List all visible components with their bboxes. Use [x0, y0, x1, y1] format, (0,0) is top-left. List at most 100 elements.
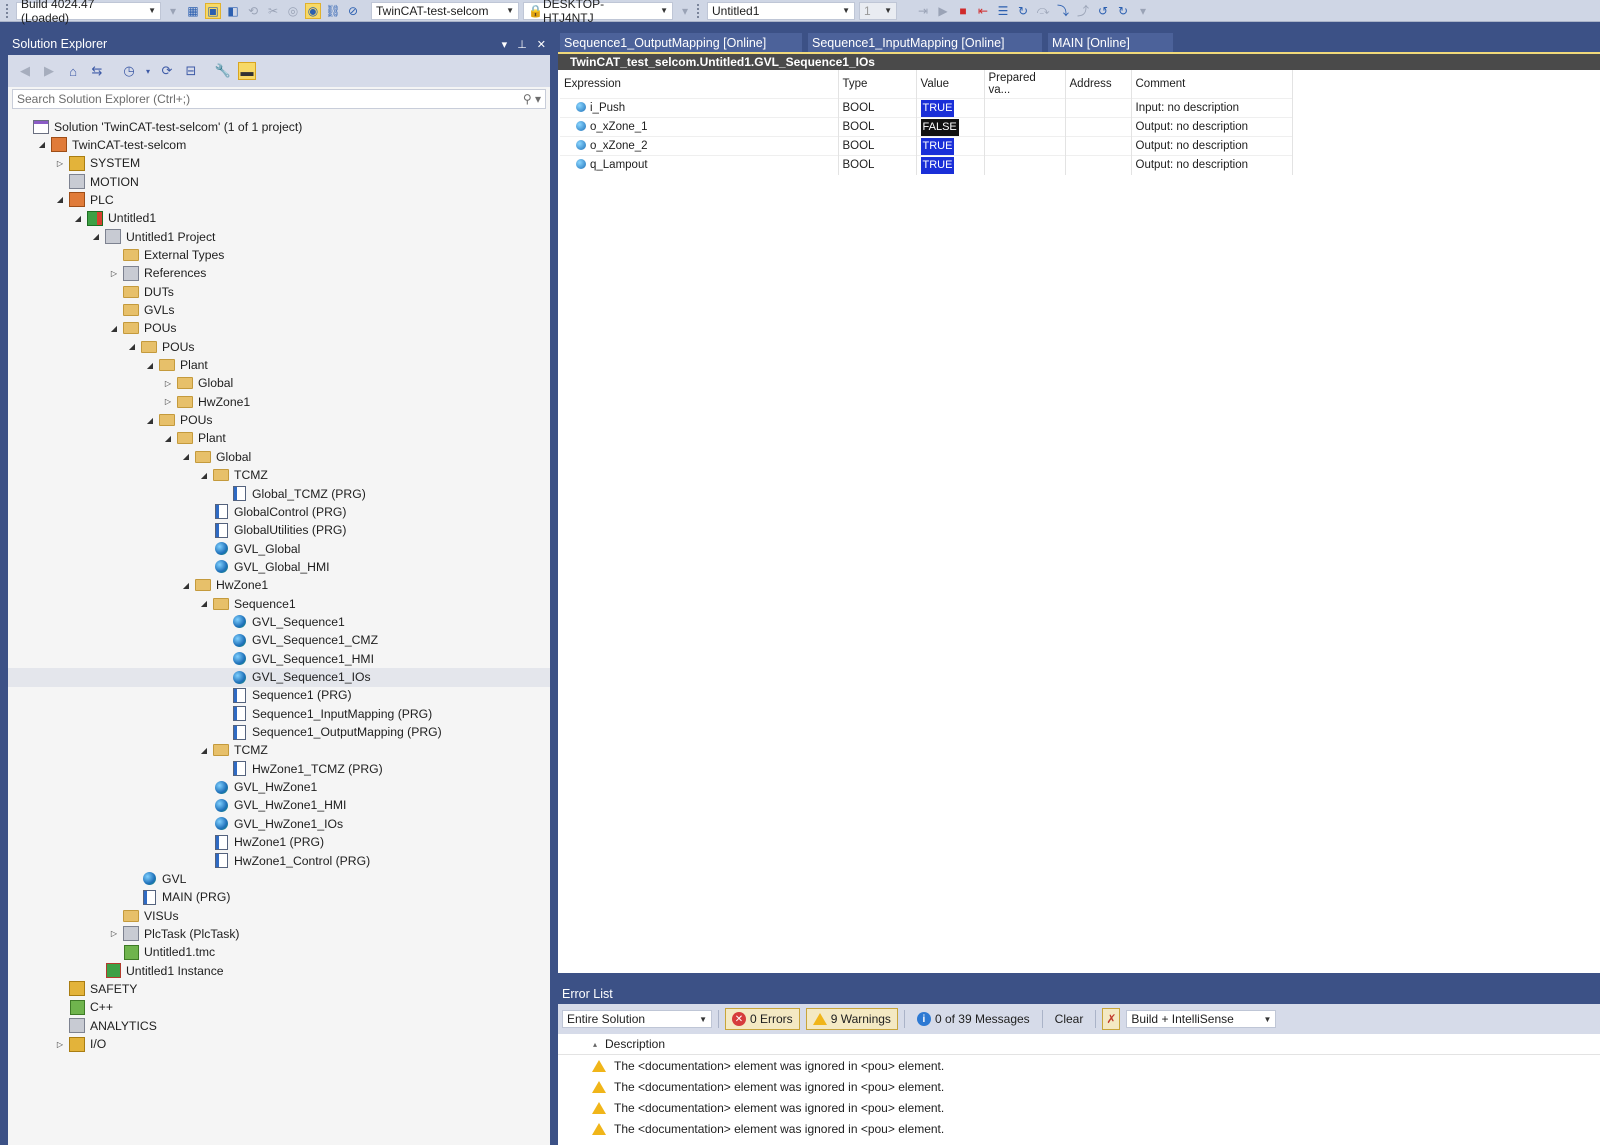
- error-list-row[interactable]: The <documentation> element was ignored …: [558, 1076, 1600, 1097]
- tree-item[interactable]: ◢ POUs: [8, 411, 550, 430]
- tree-item[interactable]: ▷ References: [8, 264, 550, 283]
- expanded-arrow-icon[interactable]: ◢: [198, 471, 210, 480]
- collapsed-arrow-icon[interactable]: ▷: [108, 929, 120, 938]
- tree-item[interactable]: ▷ HwZone1: [8, 392, 550, 411]
- tree-item[interactable]: GVL_Global: [8, 539, 550, 558]
- overflow-icon[interactable]: ▾: [677, 3, 693, 19]
- tree-item[interactable]: ▷ SYSTEM: [8, 154, 550, 173]
- column-type[interactable]: Type: [838, 70, 917, 99]
- show-online-icon[interactable]: ◉: [305, 2, 321, 19]
- home-icon[interactable]: ⌂: [64, 62, 82, 80]
- tree-item[interactable]: ▷ Global: [8, 374, 550, 393]
- pending-changes-icon[interactable]: ◷: [120, 62, 138, 80]
- tree-item[interactable]: Sequence1_OutputMapping (PRG): [8, 723, 550, 742]
- panel-splitter[interactable]: [550, 33, 558, 1145]
- reload-devices-icon[interactable]: ⟲: [245, 3, 261, 19]
- toolbar-grip[interactable]: [697, 3, 701, 18]
- step-over-icon[interactable]: ⤼: [1035, 3, 1051, 19]
- switch-views-icon[interactable]: ⇆: [88, 62, 106, 80]
- tree-item[interactable]: GVL_HwZone1_IOs: [8, 814, 550, 833]
- clear-button[interactable]: Clear: [1049, 1008, 1090, 1030]
- expanded-arrow-icon[interactable]: ◢: [72, 214, 84, 223]
- start-icon[interactable]: ▶: [935, 3, 951, 19]
- refresh-icon[interactable]: ⟳: [158, 62, 176, 80]
- login-icon[interactable]: ⇥: [915, 3, 931, 19]
- back-icon[interactable]: ◀: [16, 62, 34, 80]
- errors-filter-button[interactable]: ✕ 0 Errors: [725, 1008, 800, 1030]
- column-value[interactable]: Value: [916, 70, 985, 99]
- properties-icon[interactable]: 🔧: [214, 62, 232, 80]
- expanded-arrow-icon[interactable]: ◢: [198, 746, 210, 755]
- tree-item[interactable]: GVL_HwZone1_HMI: [8, 796, 550, 815]
- build-filter-combo[interactable]: Build + IntelliSense ▼: [1126, 1010, 1277, 1028]
- expanded-arrow-icon[interactable]: ◢: [144, 416, 156, 425]
- messages-filter-button[interactable]: i 0 of 39 Messages: [911, 1008, 1036, 1030]
- table-row[interactable]: i_Push BOOL TRUE Input: no description: [560, 98, 1293, 118]
- tree-item[interactable]: Sequence1 (PRG): [8, 686, 550, 705]
- column-address[interactable]: Address: [1065, 70, 1132, 99]
- collapsed-arrow-icon[interactable]: ▷: [54, 159, 66, 168]
- error-list-row[interactable]: The <documentation> element was ignored …: [558, 1055, 1600, 1076]
- search-icon[interactable]: ⚲ ▾: [523, 92, 541, 106]
- column-description[interactable]: Description: [605, 1037, 665, 1051]
- toolbar-grip[interactable]: [6, 3, 10, 18]
- stop-icon[interactable]: ■: [955, 3, 971, 19]
- undo-icon[interactable]: ↺: [1095, 3, 1111, 19]
- tree-item[interactable]: External Types: [8, 245, 550, 264]
- tree-item[interactable]: MAIN (PRG): [8, 888, 550, 907]
- run-mode-icon[interactable]: ◧: [225, 3, 241, 19]
- mapping-icon[interactable]: ⛓: [325, 3, 341, 19]
- tree-item[interactable]: DUTs: [8, 282, 550, 301]
- reset-icon[interactable]: ↻: [1015, 3, 1031, 19]
- tree-item[interactable]: ▷ PlcTask (PlcTask): [8, 924, 550, 943]
- tree-item[interactable]: ◢ Plant: [8, 356, 550, 375]
- solution-combo[interactable]: TwinCAT-test-selcom ▼: [371, 1, 519, 20]
- tree-item[interactable]: GlobalControl (PRG): [8, 502, 550, 521]
- table-row[interactable]: o_xZone_1 BOOL FALSE Output: no description: [560, 117, 1293, 137]
- expanded-arrow-icon[interactable]: ◢: [36, 140, 48, 149]
- breakpoints-icon[interactable]: ☰: [995, 3, 1011, 19]
- filter-toggle-button[interactable]: ✗: [1102, 1008, 1121, 1030]
- expanded-arrow-icon[interactable]: ◢: [54, 195, 66, 204]
- expanded-arrow-icon[interactable]: ◢: [180, 452, 192, 461]
- tree-item[interactable]: ◢ Untitled1 Project: [8, 227, 550, 246]
- chevron-down-icon[interactable]: ▾: [144, 62, 152, 80]
- activate-config-icon[interactable]: ▣: [205, 2, 221, 19]
- collapsed-arrow-icon[interactable]: ▷: [162, 379, 174, 388]
- cell-prepared-value[interactable]: [984, 136, 1066, 156]
- tree-item[interactable]: GVLs: [8, 301, 550, 320]
- column-prepared-value[interactable]: Prepared va...: [984, 70, 1066, 99]
- target-system-combo[interactable]: 🔒 DESKTOP-HTJ4NTJ ▼: [523, 0, 673, 25]
- dropdown-icon[interactable]: ▾: [502, 38, 508, 51]
- tab-sequence1-inputmapping[interactable]: Sequence1_InputMapping [Online]: [808, 33, 1042, 52]
- expanded-arrow-icon[interactable]: ◢: [126, 342, 138, 351]
- tree-item[interactable]: GVL_Global_HMI: [8, 557, 550, 576]
- tree-item[interactable]: ◢ TwinCAT-test-selcom: [8, 135, 550, 154]
- column-expression[interactable]: Expression: [560, 70, 839, 99]
- overflow-icon[interactable]: ▾: [1135, 3, 1151, 19]
- tree-item[interactable]: HwZone1_Control (PRG): [8, 851, 550, 870]
- tree-item[interactable]: Solution 'TwinCAT-test-selcom' (1 of 1 p…: [8, 117, 550, 136]
- collapsed-arrow-icon[interactable]: ▷: [162, 397, 174, 406]
- tree-item[interactable]: Untitled1.tmc: [8, 943, 550, 962]
- collapsed-arrow-icon[interactable]: ▷: [54, 1040, 66, 1049]
- config-icon[interactable]: ▦: [185, 3, 201, 19]
- tree-item[interactable]: ◢ Sequence1: [8, 594, 550, 613]
- error-list-row[interactable]: The <documentation> element was ignored …: [558, 1118, 1600, 1139]
- tree-item[interactable]: VISUs: [8, 906, 550, 925]
- tree-item[interactable]: SAFETY: [8, 979, 550, 998]
- tree-item[interactable]: ◢ POUs: [8, 337, 550, 356]
- tree-item[interactable]: GVL_Sequence1: [8, 612, 550, 631]
- tree-item[interactable]: Global_TCMZ (PRG): [8, 484, 550, 503]
- expanded-arrow-icon[interactable]: ◢: [180, 581, 192, 590]
- expanded-arrow-icon[interactable]: ◢: [198, 599, 210, 608]
- tree-item[interactable]: HwZone1_TCMZ (PRG): [8, 759, 550, 778]
- plc-project-combo[interactable]: Untitled1 ▼: [707, 1, 855, 20]
- toggle-freerun-icon[interactable]: ◎: [285, 3, 301, 19]
- tree-item[interactable]: GVL_HwZone1: [8, 778, 550, 797]
- tab-main[interactable]: MAIN [Online]: [1048, 33, 1173, 52]
- forward-icon[interactable]: ▶: [40, 62, 58, 80]
- tree-item[interactable]: ◢ Plant: [8, 429, 550, 448]
- preview-icon[interactable]: ▬: [238, 62, 256, 80]
- tree-item[interactable]: GVL_Sequence1_CMZ: [8, 631, 550, 650]
